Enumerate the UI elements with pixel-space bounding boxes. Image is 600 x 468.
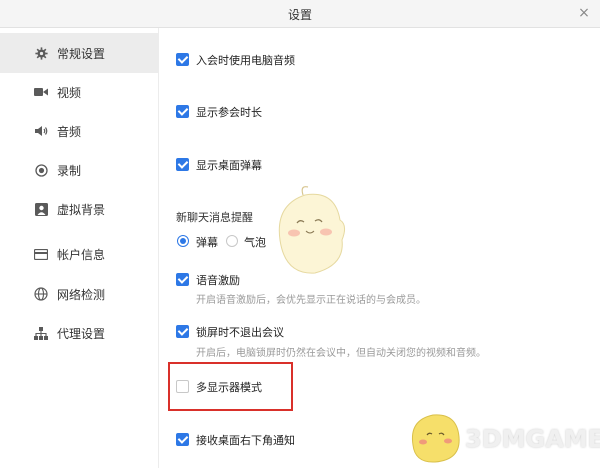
sidebar-item-label: 虚拟背景 bbox=[57, 202, 106, 217]
multi-display-label: 多显示器模式 bbox=[196, 381, 262, 394]
sidebar-item-label: 常规设置 bbox=[57, 46, 106, 61]
sidebar-item-audio[interactable]: 音频 bbox=[0, 111, 158, 151]
gear-icon bbox=[34, 46, 48, 60]
lock-screen-stay-description: 开启后，电脑锁屏时仍然在会议中，但自动关闭您的视频和音频。 bbox=[196, 348, 486, 359]
general-settings-panel: 入会时使用电脑音频 显示参会时长 显示桌面弹幕 新聊天消息提醒 弹幕 气泡 语音… bbox=[159, 28, 600, 468]
voice-activation-description: 开启语音激励后，会优先显示正在说话的与会成员。 bbox=[196, 295, 426, 306]
lock-screen-stay-label: 锁屏时不退出会议 bbox=[196, 326, 284, 339]
desktop-notification-checkbox[interactable] bbox=[176, 433, 189, 446]
sidebar-item-label: 帐户信息 bbox=[57, 247, 106, 262]
danmaku-radio[interactable] bbox=[177, 235, 189, 247]
multi-display-checkbox[interactable] bbox=[176, 380, 189, 393]
sidebar-item-record[interactable]: 录制 bbox=[0, 150, 158, 190]
person-portrait-icon bbox=[34, 202, 48, 216]
title-bar: 设置 × bbox=[0, 0, 600, 28]
video-icon bbox=[34, 85, 48, 99]
close-icon[interactable]: × bbox=[574, 3, 594, 23]
show-duration-label: 显示参会时长 bbox=[196, 106, 262, 119]
bubble-radio-label: 气泡 bbox=[244, 236, 266, 249]
sidebar-item-label: 代理设置 bbox=[57, 326, 106, 341]
sidebar: 常规设置 视频 音频 录制 虚拟背景 帐户信息 网络检测 代理设置 bbox=[0, 28, 159, 468]
network-tree-icon bbox=[34, 326, 48, 340]
show-duration-checkbox[interactable] bbox=[176, 105, 189, 118]
window-title: 设置 bbox=[287, 8, 312, 22]
audio-on-join-label: 入会时使用电脑音频 bbox=[196, 54, 295, 67]
bubble-radio[interactable] bbox=[226, 235, 238, 247]
sidebar-item-label: 音频 bbox=[57, 124, 82, 139]
desktop-notification-label: 接收桌面右下角通知 bbox=[196, 434, 295, 447]
sidebar-item-account[interactable]: 帐户信息 bbox=[0, 234, 158, 274]
chat-reminder-title: 新聊天消息提醒 bbox=[176, 211, 253, 224]
sidebar-item-video[interactable]: 视频 bbox=[0, 72, 158, 112]
mascot-small-icon bbox=[411, 414, 460, 463]
audio-on-join-checkbox[interactable] bbox=[176, 53, 189, 66]
sidebar-item-network[interactable]: 网络检测 bbox=[0, 274, 158, 314]
sidebar-item-label: 网络检测 bbox=[57, 287, 106, 302]
sidebar-item-label: 视频 bbox=[57, 85, 82, 100]
record-icon bbox=[34, 163, 48, 177]
settings-window: 设置 × 常规设置 视频 音频 录制 虚拟背景 帐户信息 网络检测 代理设置 入… bbox=[0, 0, 600, 468]
desktop-danmaku-checkbox[interactable] bbox=[176, 158, 189, 171]
watermark-logo: 3DMGAME bbox=[465, 425, 600, 453]
voice-activation-label: 语音激励 bbox=[196, 274, 240, 287]
card-icon bbox=[34, 247, 48, 261]
sidebar-item-label: 录制 bbox=[57, 163, 82, 178]
desktop-danmaku-label: 显示桌面弹幕 bbox=[196, 159, 262, 172]
sidebar-item-general[interactable]: 常规设置 bbox=[0, 33, 158, 73]
lock-screen-stay-checkbox[interactable] bbox=[176, 325, 189, 338]
globe-icon bbox=[34, 287, 48, 301]
danmaku-radio-label: 弹幕 bbox=[196, 236, 218, 249]
sidebar-item-virtual-background[interactable]: 虚拟背景 bbox=[0, 189, 158, 229]
speaker-icon bbox=[34, 124, 48, 138]
voice-activation-checkbox[interactable] bbox=[176, 273, 189, 286]
sidebar-item-proxy[interactable]: 代理设置 bbox=[0, 313, 158, 353]
mascot-watermark-icon bbox=[278, 186, 346, 274]
